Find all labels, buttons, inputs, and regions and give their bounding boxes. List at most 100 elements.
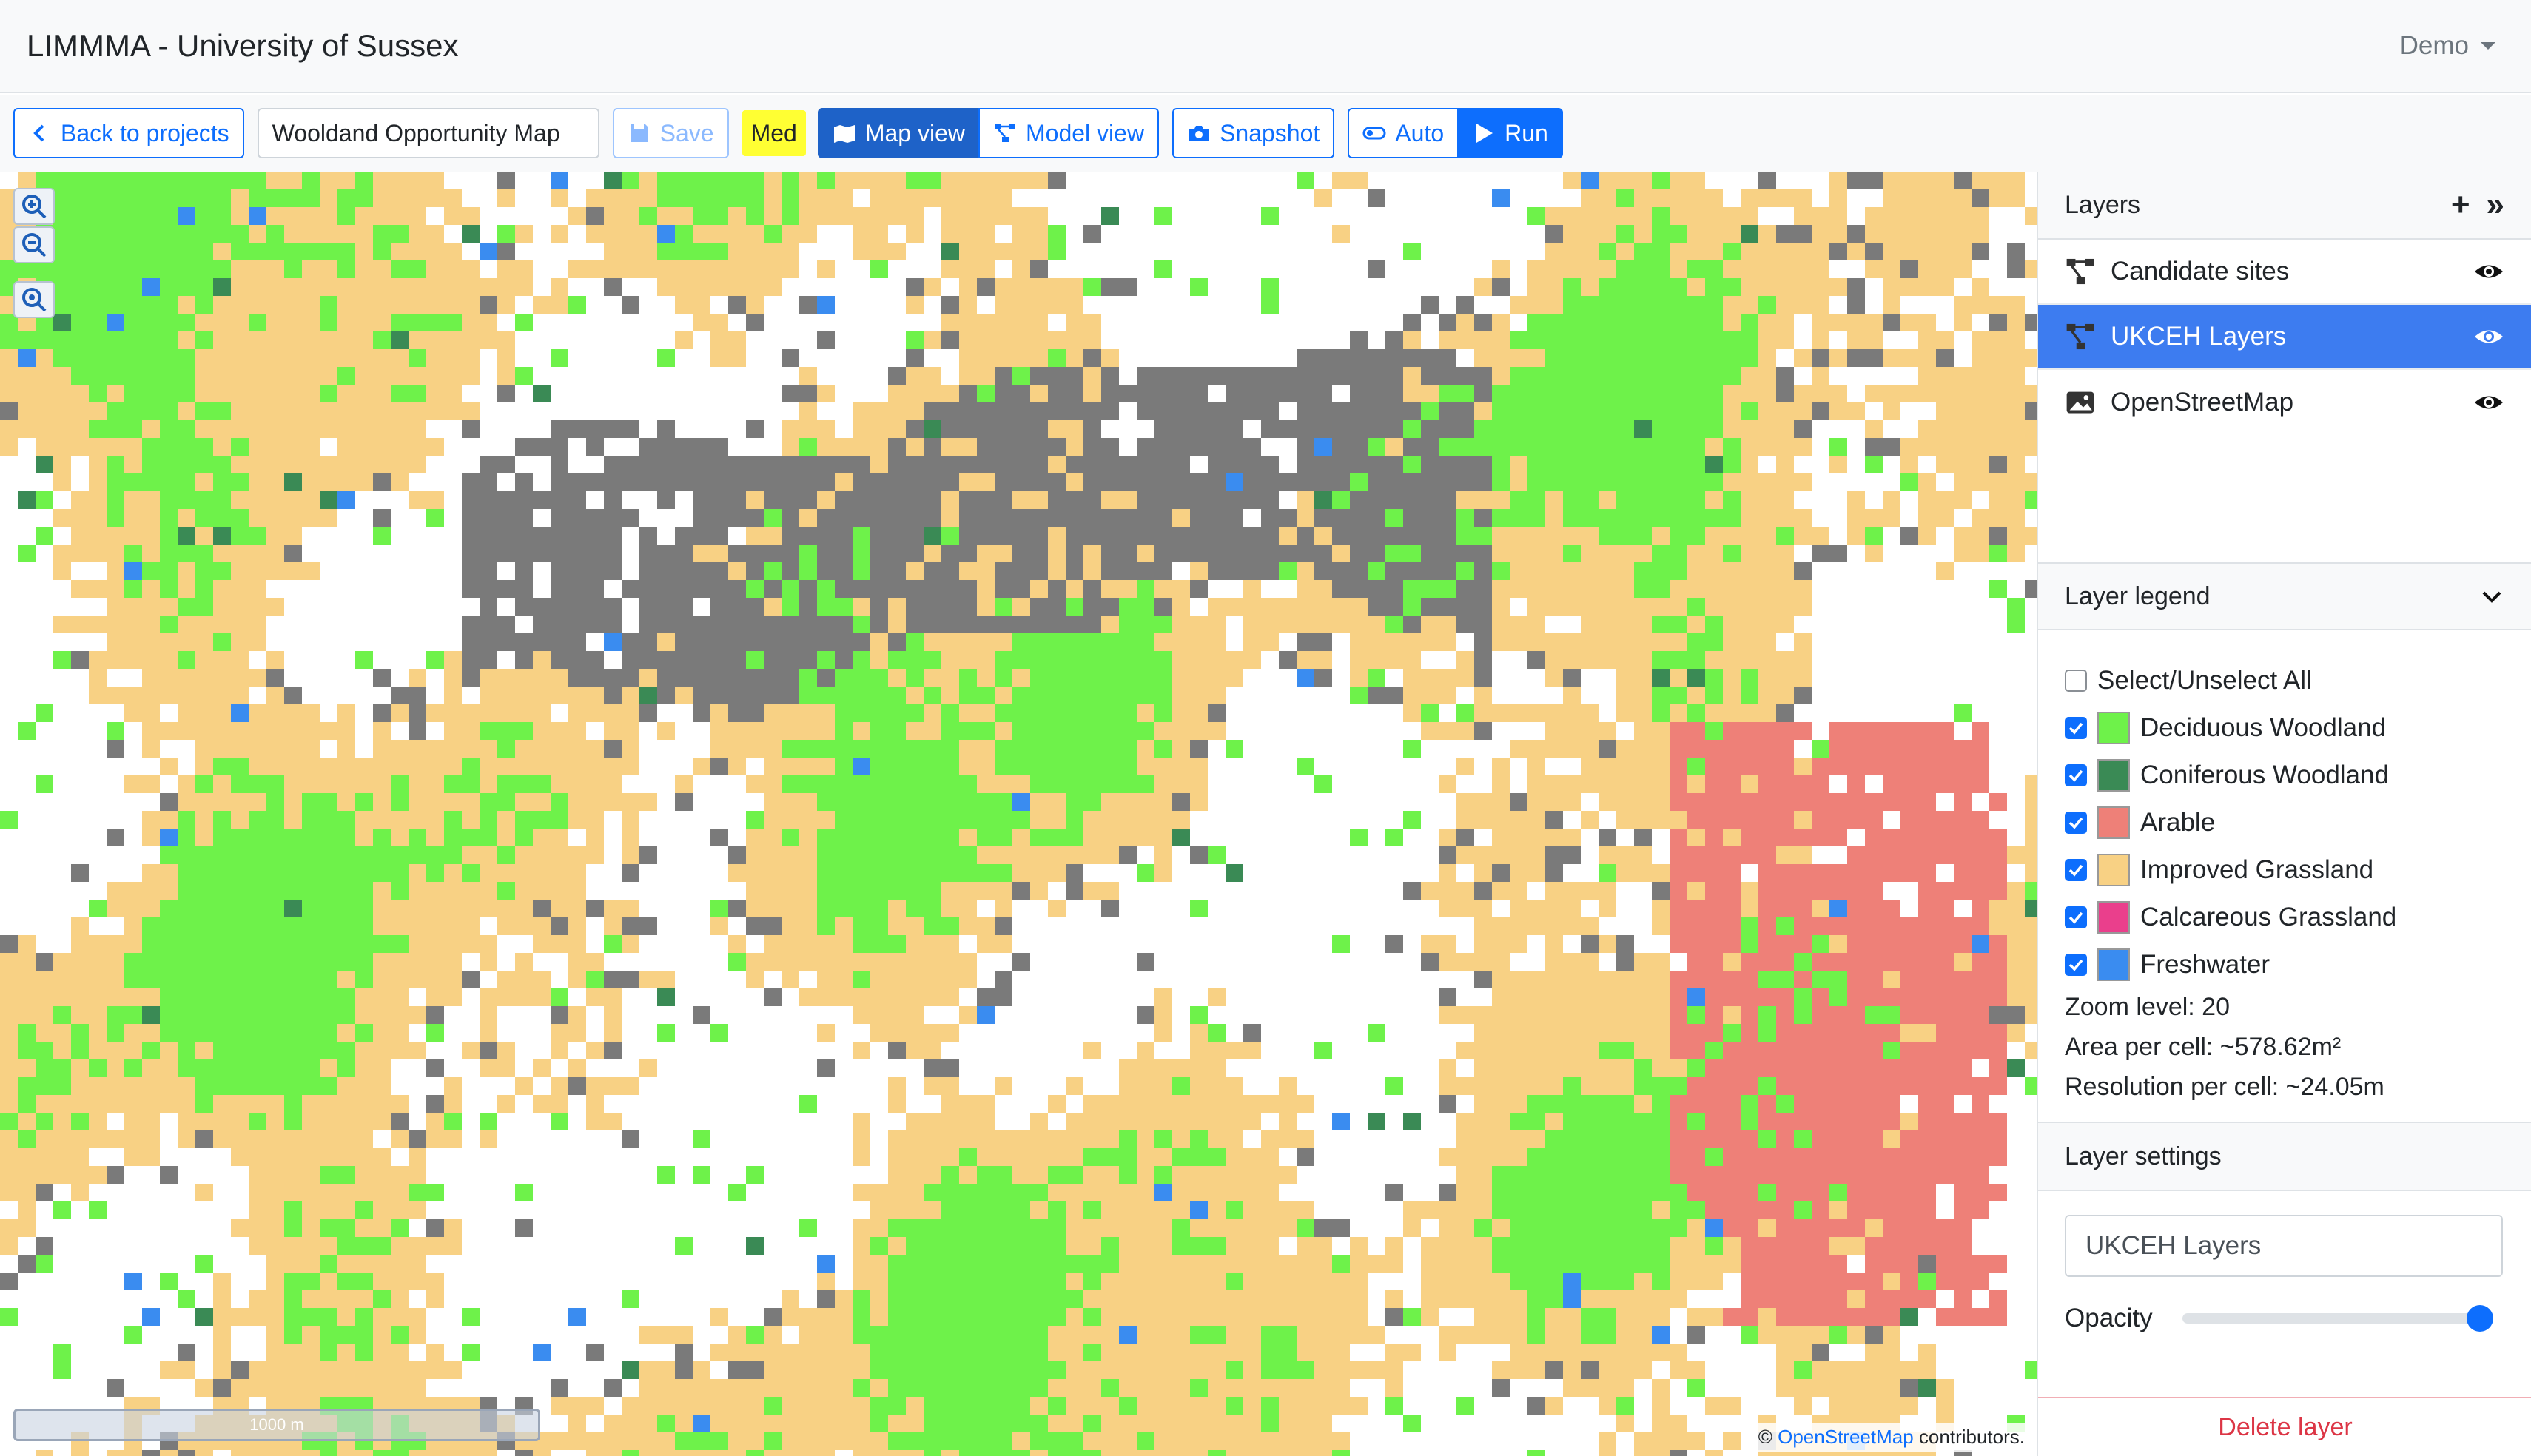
- layer-name-input[interactable]: [2065, 1215, 2503, 1277]
- delete-layer-button[interactable]: Delete layer: [2038, 1397, 2531, 1456]
- caret-down-icon: [2481, 42, 2495, 50]
- snapshot-label: Snapshot: [1220, 119, 1320, 146]
- layer-item-ukceh-layers[interactable]: UKCEH Layers: [2038, 305, 2531, 370]
- legend-swatch: [2097, 901, 2130, 934]
- legend-label: Improved Grassland: [2140, 855, 2374, 884]
- eye-icon[interactable]: [2473, 387, 2504, 418]
- legend-item[interactable]: Coniferous Woodland: [2065, 752, 2504, 799]
- chevron-left-icon: [33, 124, 44, 142]
- snapshot-button[interactable]: Snapshot: [1172, 108, 1335, 158]
- area-per-cell-text: Area per cell: ~578.62m²: [2065, 1033, 2342, 1061]
- navbar: LIMMMA - University of Sussex Demo: [0, 0, 2531, 93]
- scale-bar: 1000 m: [13, 1409, 540, 1441]
- opacity-row: Opacity: [2065, 1304, 2504, 1333]
- zoom-out-icon: [22, 233, 47, 257]
- legend-swatch: [2097, 854, 2130, 886]
- map-attribution: © OpenStreetMap contributors.: [1753, 1423, 2029, 1452]
- osm-attribution-link[interactable]: OpenStreetMap: [1778, 1426, 1914, 1448]
- legend-checkbox[interactable]: [2065, 764, 2087, 786]
- layer-settings-body: Opacity: [2038, 1191, 2531, 1357]
- chevron-down-icon[interactable]: [2479, 584, 2504, 609]
- select-all-row[interactable]: Select/Unselect All: [2065, 657, 2504, 704]
- graph-icon: [2066, 323, 2094, 350]
- legend-swatch: [2097, 806, 2130, 839]
- legend-checkbox[interactable]: [2065, 812, 2087, 834]
- legend-checkbox[interactable]: [2065, 954, 2087, 976]
- user-menu[interactable]: Demo: [2400, 31, 2495, 61]
- attribution-prefix: ©: [1758, 1426, 1772, 1448]
- run-group: Auto Run: [1348, 108, 1563, 158]
- layer-settings-title: Layer settings: [2065, 1142, 2222, 1170]
- opacity-slider-thumb[interactable]: [2466, 1305, 2493, 1332]
- map-view-button[interactable]: Map view: [817, 108, 980, 158]
- opacity-slider[interactable]: [2182, 1305, 2493, 1332]
- legend-swatch: [2097, 759, 2130, 792]
- auto-toggle-button[interactable]: Auto: [1348, 108, 1459, 158]
- floppy-disk-icon: [630, 124, 648, 142]
- run-label: Run: [1505, 119, 1548, 146]
- zoom-in-control[interactable]: [13, 188, 55, 225]
- legend-checkbox[interactable]: [2065, 906, 2087, 928]
- layer-label: OpenStreetMap: [2111, 388, 2294, 417]
- legend-item[interactable]: Calcareous Grassland: [2065, 894, 2504, 941]
- opacity-label: Opacity: [2065, 1304, 2153, 1332]
- plus-icon[interactable]: +: [2451, 186, 2470, 223]
- back-to-projects-label: Back to projects: [61, 119, 229, 146]
- zoom-in-icon: [22, 195, 47, 219]
- save-label: Save: [659, 119, 714, 146]
- back-to-projects-button[interactable]: Back to projects: [13, 108, 244, 158]
- layers-header: Layers + »: [2038, 172, 2531, 240]
- double-chevron-right-icon[interactable]: »: [2487, 186, 2504, 223]
- legend-item[interactable]: Freshwater: [2065, 941, 2504, 987]
- legend-list: Select/Unselect All Deciduous Woodland C…: [2038, 630, 2531, 987]
- eye-icon[interactable]: [2473, 321, 2504, 352]
- legend-checkbox[interactable]: [2065, 859, 2087, 881]
- legend-item[interactable]: Arable: [2065, 799, 2504, 846]
- toolbar: Back to projects Save Med Map view Model…: [0, 95, 2531, 172]
- project-name-input[interactable]: [257, 108, 599, 158]
- select-all-checkbox[interactable]: [2065, 670, 2087, 692]
- legend-header[interactable]: Layer legend: [2038, 562, 2531, 630]
- map-canvas[interactable]: 1000 m © OpenStreetMap contributors.: [0, 172, 2037, 1456]
- layer-item-openstreetmap[interactable]: OpenStreetMap: [2038, 370, 2531, 435]
- layer-item-candidate-sites[interactable]: Candidate sites: [2038, 240, 2531, 305]
- view-toggle-group: Map view Model view: [817, 108, 1160, 158]
- sidebar: Layers + » Candidate sites UKCEH Layers …: [2037, 172, 2531, 1456]
- app-title[interactable]: LIMMMA - University of Sussex: [27, 28, 458, 64]
- attribution-suffix: contributors.: [1918, 1426, 2025, 1448]
- legend-label: Arable: [2140, 808, 2216, 837]
- legend-label: Calcareous Grassland: [2140, 903, 2397, 931]
- legend-checkbox[interactable]: [2065, 717, 2087, 739]
- layers-title: Layers: [2065, 190, 2141, 219]
- layer-label: Candidate sites: [2111, 257, 2290, 286]
- legend-item[interactable]: Deciduous Woodland: [2065, 704, 2504, 752]
- node-graph-icon: [995, 124, 1015, 142]
- eye-icon[interactable]: [2473, 256, 2504, 287]
- graph-icon: [2066, 258, 2094, 285]
- legend-title: Layer legend: [2065, 582, 2211, 610]
- select-all-label: Select/Unselect All: [2097, 666, 2312, 695]
- landcover-grid: [0, 172, 2037, 1456]
- save-button[interactable]: Save: [612, 108, 729, 158]
- check-icon: [2068, 817, 2083, 829]
- layer-label: UKCEH Layers: [2111, 322, 2287, 351]
- legend-swatch: [2097, 948, 2130, 981]
- check-icon: [2068, 959, 2083, 971]
- check-icon: [2068, 769, 2083, 782]
- quality-badge[interactable]: Med: [742, 110, 806, 156]
- zoom-out-control[interactable]: [13, 226, 55, 263]
- play-icon: [1476, 124, 1493, 143]
- run-button[interactable]: Run: [1457, 108, 1563, 158]
- model-view-button[interactable]: Model view: [978, 108, 1160, 158]
- image-icon: [2066, 391, 2094, 414]
- zoom-level-text: Zoom level: 20: [2065, 993, 2230, 1021]
- zoom-fit-control[interactable]: [13, 281, 55, 318]
- check-icon: [2068, 722, 2083, 735]
- camera-icon: [1189, 126, 1209, 141]
- grid-info: Zoom level: 20 Area per cell: ~578.62m² …: [2038, 987, 2531, 1123]
- layer-settings-header: Layer settings: [2038, 1123, 2531, 1191]
- check-icon: [2068, 911, 2083, 924]
- legend-item[interactable]: Improved Grassland: [2065, 846, 2504, 894]
- model-view-label: Model view: [1026, 119, 1145, 146]
- legend-label: Coniferous Woodland: [2140, 761, 2389, 789]
